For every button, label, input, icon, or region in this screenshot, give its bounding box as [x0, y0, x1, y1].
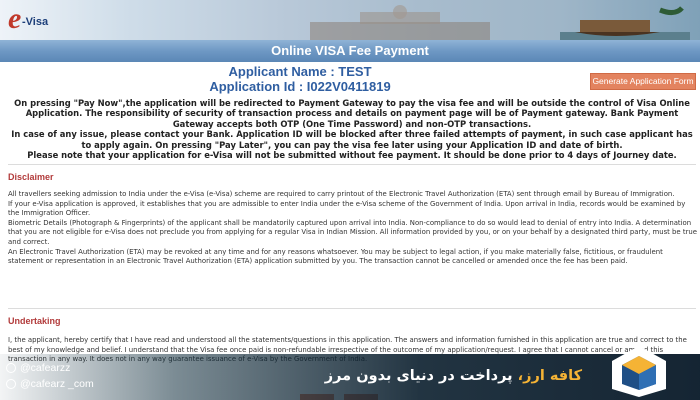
- generate-application-form-button[interactable]: Generate Application Form: [590, 73, 696, 90]
- divider: [8, 308, 696, 309]
- notice-line: In case of any issue, please contact you…: [11, 129, 693, 150]
- applicant-name: Applicant Name : TEST: [228, 64, 372, 79]
- evisa-logo: e -Visa: [6, 2, 54, 36]
- disclaimer-paragraph: An Electronic Travel Authorization (ETA)…: [8, 247, 663, 266]
- brand-logo-icon: [612, 346, 666, 397]
- disclaimer-paragraph: If your e-Visa application is approved, …: [8, 199, 686, 218]
- notice-line: On pressing "Pay Now",the application wi…: [14, 98, 690, 129]
- undertaking-heading: Undertaking: [8, 316, 61, 326]
- disclaimer-paragraph: Biometric Details (Photograph & Fingerpr…: [8, 218, 698, 246]
- disclaimer-paragraph: All travellers seeking admission to Indi…: [8, 190, 675, 198]
- brand-tagline: کافه ارز، پرداخت در دنیای بدون مرز: [325, 368, 582, 384]
- logo-visa: -Visa: [22, 16, 49, 28]
- social-handle: @cafearz _com: [6, 376, 94, 392]
- telegram-icon: [6, 379, 16, 389]
- notice-line: Please note that your application for e-…: [27, 150, 677, 161]
- disclaimer-text: All travellers seeking admission to Indi…: [8, 190, 698, 267]
- social-handle: @cafearzz: [6, 360, 94, 376]
- social-handles: @cafearzz @cafearz _com: [6, 360, 94, 392]
- header-banner: e -Visa: [0, 0, 700, 40]
- handle-text: @cafearzz: [20, 362, 71, 374]
- payment-notice: On pressing "Pay Now",the application wi…: [8, 98, 696, 160]
- tagline-text: پرداخت در دنیای بدون مرز: [324, 368, 518, 384]
- handle-text: @cafearz _com: [20, 378, 94, 390]
- logo-e: e: [8, 2, 22, 35]
- houseboat-image: [560, 6, 690, 40]
- watermark-overlay: @cafearzz @cafearz _com کافه ارز، پرداخت…: [0, 346, 700, 400]
- divider: [8, 164, 696, 165]
- parliament-building-image: [310, 5, 490, 40]
- page-title: Online VISA Fee Payment: [0, 40, 700, 62]
- brand-name: کافه ارز،: [517, 368, 582, 384]
- instagram-icon: [6, 363, 16, 373]
- disclaimer-heading: Disclaimer: [8, 172, 54, 182]
- application-id: Application Id : I022V0411819: [209, 79, 391, 94]
